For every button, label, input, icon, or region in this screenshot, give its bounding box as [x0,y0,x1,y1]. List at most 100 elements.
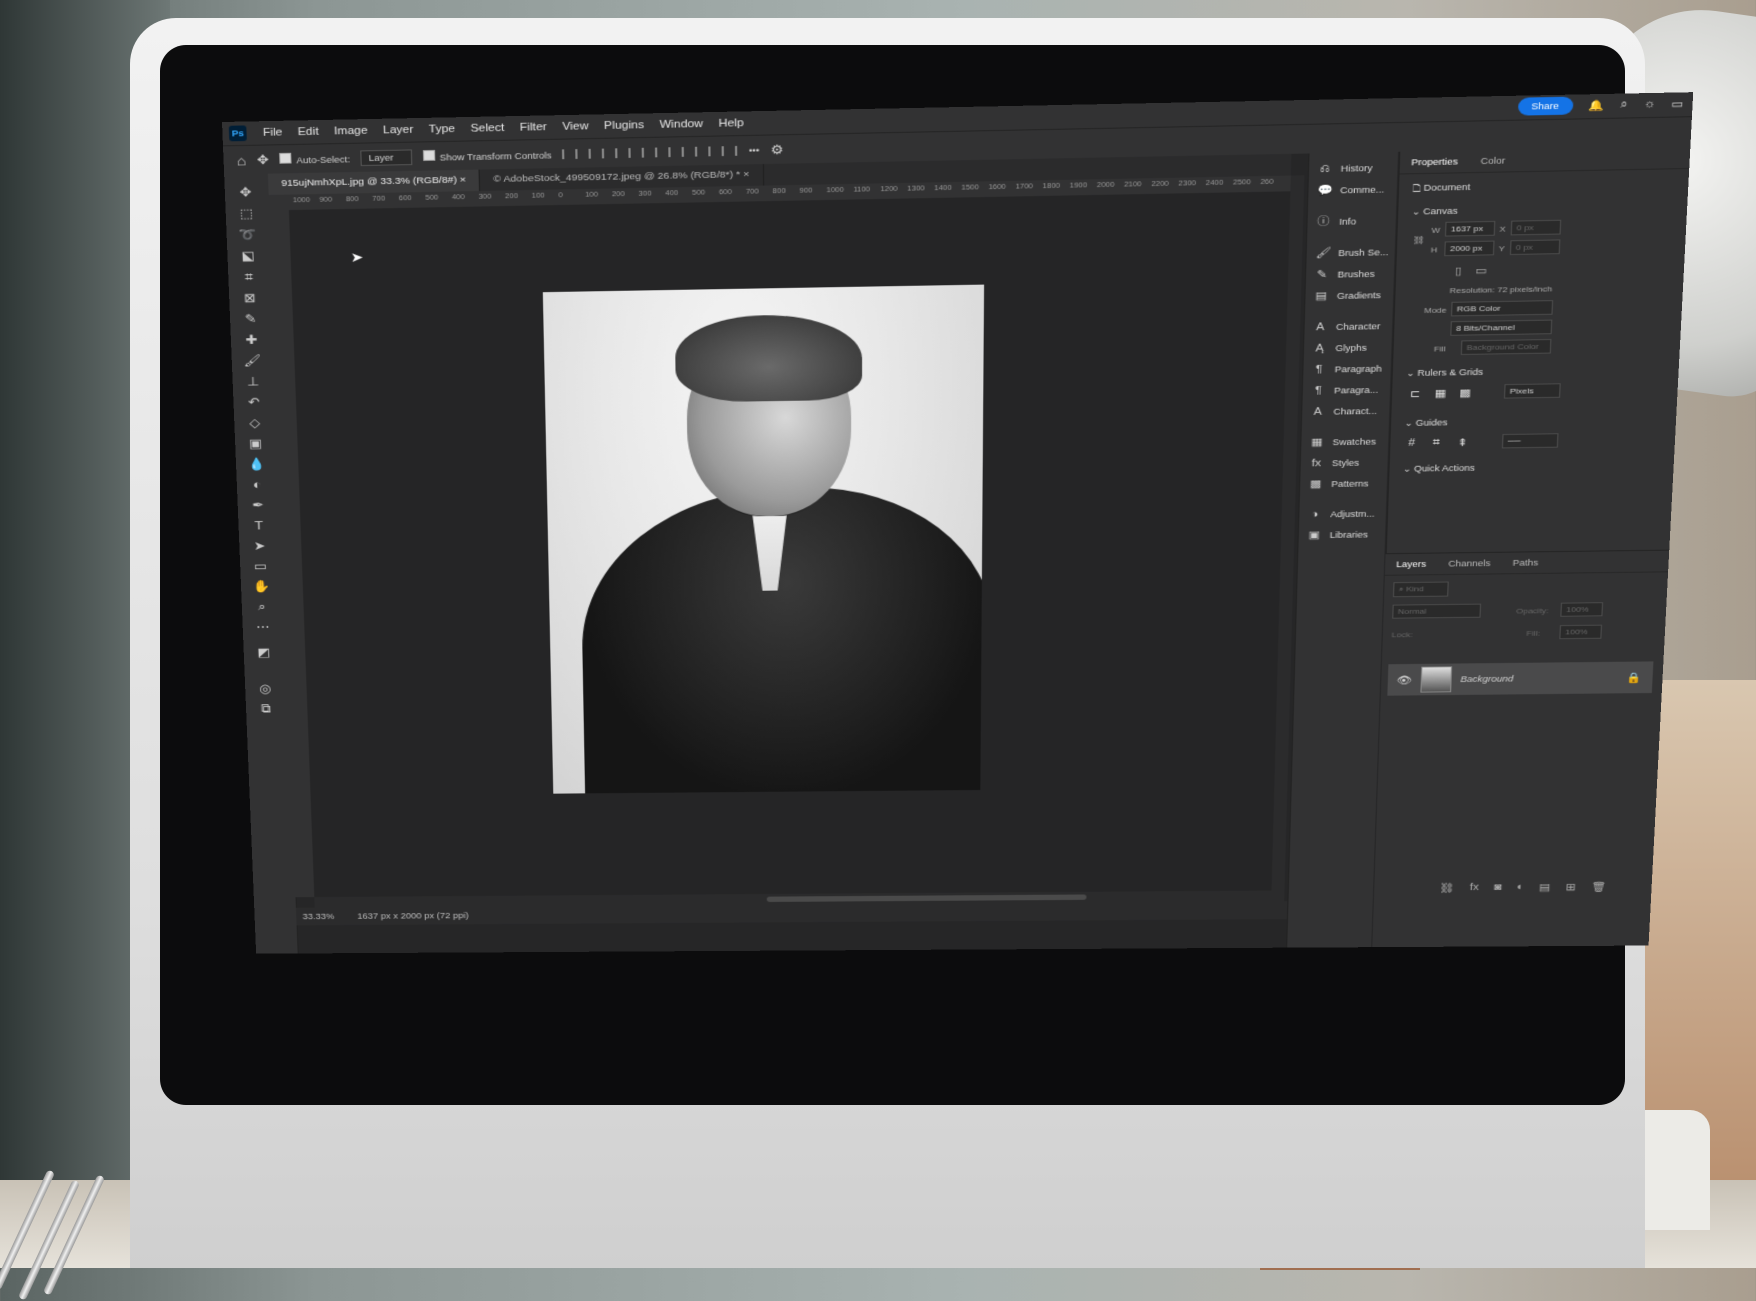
hand-tool-icon[interactable]: ✋ [249,578,273,595]
new-group-icon[interactable]: ▤ [1539,881,1551,893]
align-left-icon[interactable] [562,148,579,159]
portrait-orientation-icon[interactable]: ▯ [1455,265,1462,278]
quick-actions-section[interactable]: ⌄ Quick Actions [1403,463,1475,474]
eye-icon[interactable]: 👁 [1396,674,1412,686]
smart-guides-icon[interactable]: ⇞ [1457,436,1468,449]
dock-brushes[interactable]: ✎ Brushes [1315,268,1375,281]
align-center-icon[interactable] [589,148,605,159]
lightbulb-icon[interactable]: ☼ [1643,98,1655,110]
dock-libraries[interactable]: ▣ Libraries [1307,529,1368,541]
search-icon[interactable]: ⌕ [1620,98,1628,111]
dodge-tool-icon[interactable]: ◐ [245,476,269,493]
auto-select-dropdown[interactable]: Layer [360,148,413,166]
pixel-grid-icon[interactable]: ▩ [1459,387,1471,400]
layer-filter-kind[interactable]: ⌕ Kind [1392,581,1449,598]
canvas-section[interactable]: ⌄ Canvas [1412,206,1458,218]
opacity-field[interactable]: 100% [1560,602,1604,617]
height-field[interactable]: 2000 px [1444,240,1495,257]
dock-adjustments[interactable]: ◑ Adjustm... [1308,508,1375,520]
color-swatches-icon[interactable]: ◩ [252,644,276,661]
close-icon[interactable]: × [460,175,466,186]
menu-window[interactable]: Window [652,118,711,131]
object-select-tool-icon[interactable]: ⬕ [236,247,261,265]
units-dropdown[interactable]: Pixels [1503,383,1561,399]
move-tool-icon[interactable]: ✥ [233,184,258,202]
share-button[interactable]: Share [1517,96,1574,116]
distribute-icon[interactable] [642,147,658,158]
add-mask-icon[interactable]: ◙ [1494,882,1502,894]
link-layers-icon[interactable]: ⛓ [1439,882,1455,894]
bit-depth-dropdown[interactable]: 8 Bits/Channel [1450,319,1553,336]
fill-field[interactable]: 100% [1559,624,1603,640]
layer-name[interactable]: Background [1460,674,1513,684]
document-info[interactable]: 1637 px x 2000 px (72 ppi) [357,911,469,921]
dock-character-styles[interactable]: A Charact... [1311,405,1378,418]
stamp-tool-icon[interactable]: ⊥ [241,373,265,390]
zoom-level[interactable]: 33.33% [302,912,334,921]
more-options-button[interactable]: ••• [749,145,760,155]
tab-paths[interactable]: Paths [1501,558,1549,568]
bell-icon[interactable]: 🔔 [1589,98,1605,111]
screen-mode-icon[interactable]: ⧉ [254,701,278,718]
rulers-grids-section[interactable]: ⌄ Rulers & Grids [1406,367,1483,379]
align-right-icon[interactable] [615,147,632,158]
landscape-orientation-icon[interactable]: ▭ [1475,264,1487,277]
gradient-tool-icon[interactable]: ▣ [243,435,267,452]
y-field[interactable]: 0 px [1509,239,1561,256]
align-middle-icon[interactable] [695,145,712,157]
transform-controls-checkbox[interactable]: Show Transform Controls [422,148,552,163]
menu-layer[interactable]: Layer [375,124,421,137]
dock-styles[interactable]: fx Styles [1310,457,1360,470]
settings-gear-icon[interactable]: ⚙ [770,142,783,158]
menu-select[interactable]: Select [463,122,513,135]
tab-channels[interactable]: Channels [1437,558,1502,568]
align-top-icon[interactable] [668,146,685,157]
dock-glyphs[interactable]: Ą Glyphs [1313,342,1367,355]
mode-dropdown[interactable]: RGB Color [1450,300,1554,317]
x-field[interactable]: 0 px [1510,219,1562,236]
align-bottom-icon[interactable] [722,145,738,156]
crop-tool-icon[interactable]: ⌗ [237,268,262,286]
more-tools-icon[interactable]: ⋯ [251,619,275,636]
fill-dropdown[interactable]: Background Color [1460,338,1552,355]
ruler-icon[interactable]: ⊏ [1410,387,1421,400]
type-tool-icon[interactable]: T [247,517,271,534]
guides-icon[interactable]: # [1408,437,1415,449]
menu-image[interactable]: Image [326,125,375,138]
tab-color[interactable]: Color [1469,155,1517,166]
dock-history[interactable]: ⎌ History [1318,162,1373,175]
menu-type[interactable]: Type [421,123,463,136]
guides-section[interactable]: ⌄ Guides [1404,418,1447,429]
dock-character[interactable]: A Character [1313,320,1380,333]
adjustment-layer-icon[interactable]: ◐ [1516,882,1524,894]
delete-layer-icon[interactable]: 🗑 [1591,881,1607,893]
dock-paragraph-styles[interactable]: ¶ Paragra... [1312,384,1379,397]
dock-brush-settings[interactable]: 🖌 Brush Se... [1316,246,1389,259]
healing-brush-icon[interactable]: ✚ [239,331,263,348]
grid-icon[interactable]: ▦ [1434,387,1446,400]
path-select-icon[interactable]: ➤ [248,538,272,555]
blend-mode-dropdown[interactable]: Normal [1392,603,1482,619]
close-icon[interactable]: × [743,169,749,180]
layer-row-background[interactable]: 👁 Background 🔒 [1387,661,1654,696]
lasso-tool-icon[interactable]: ➰ [235,226,260,244]
menu-help[interactable]: Help [711,117,752,130]
width-field[interactable]: 1637 px [1444,220,1496,237]
eraser-tool-icon[interactable]: ◇ [243,415,267,432]
frame-tool-icon[interactable]: ⊠ [238,289,263,307]
layer-style-icon[interactable]: fx [1469,882,1479,894]
history-brush-icon[interactable]: ↶ [242,394,266,411]
menu-edit[interactable]: Edit [290,126,327,138]
canvas-area[interactable]: ➤ [288,191,1291,898]
menu-filter[interactable]: Filter [512,121,555,134]
blur-tool-icon[interactable]: 💧 [244,456,268,473]
menu-plugins[interactable]: Plugins [596,119,652,132]
menu-file[interactable]: File [255,126,290,139]
guide-layout-icon[interactable]: ⌗ [1433,437,1440,450]
rectangle-tool-icon[interactable]: ▭ [248,558,272,575]
dock-info[interactable]: ⓘ Info [1316,216,1356,228]
auto-select-checkbox[interactable]: Auto-Select: [279,152,350,166]
new-layer-icon[interactable]: ⊞ [1565,881,1576,893]
home-icon[interactable]: ⌂ [236,152,246,168]
guide-style-dropdown[interactable]: ── [1501,433,1559,449]
